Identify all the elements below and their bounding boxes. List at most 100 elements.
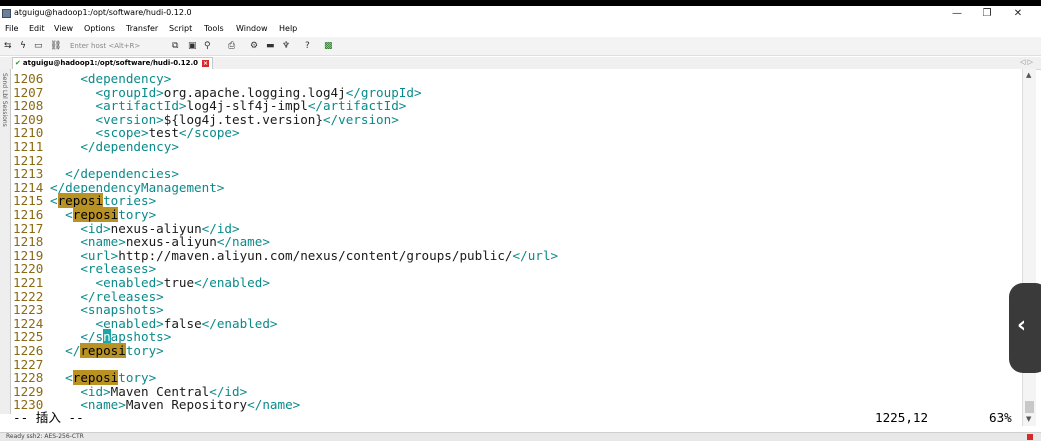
line-number: 1218 bbox=[13, 234, 44, 250]
line-number: 1221 bbox=[13, 275, 44, 290]
line-code: <repository> bbox=[50, 207, 156, 222]
scroll-down-icon[interactable]: ▼ bbox=[1026, 415, 1031, 423]
vim-editor[interactable]: 1206 <dependency> 1207 <groupId>org.apach… bbox=[11, 69, 1022, 414]
menu-window[interactable]: Window bbox=[236, 24, 268, 33]
line-number: 1211 bbox=[13, 139, 44, 154]
menu-edit[interactable]: Edit bbox=[29, 24, 45, 33]
menu-view[interactable]: View bbox=[54, 24, 73, 33]
line-code: <name>nexus-aliyun</name> bbox=[50, 235, 270, 249]
paste-icon[interactable]: ▣ bbox=[188, 40, 197, 52]
tab-label: atguigu@hadoop1:/opt/software/hudi-0.12.… bbox=[22, 59, 199, 67]
line-code: <enabled>false</enabled> bbox=[50, 315, 278, 331]
line-number: 1226 bbox=[13, 343, 44, 358]
code-token: true bbox=[163, 275, 195, 290]
close-button[interactable]: ✕ bbox=[1003, 7, 1033, 21]
settings-icon[interactable]: ⚙ bbox=[250, 40, 258, 52]
title-bar: atguigu@hadoop1:/opt/software/hudi-0.12.… bbox=[0, 6, 1041, 22]
restore-button[interactable]: ❐ bbox=[972, 7, 1002, 21]
code-token: </version> bbox=[322, 111, 399, 127]
vim-status-line: -- 插入 -- 1225,12 63% bbox=[11, 410, 1022, 425]
side-panel-label: Send Lbl Sessions bbox=[1, 73, 8, 127]
line-code: <groupId>org.apache.logging.log4j</group… bbox=[50, 85, 421, 100]
host-input[interactable]: Enter host <Alt+R> bbox=[70, 42, 140, 50]
tab-close-icon[interactable]: × bbox=[202, 59, 210, 67]
line-number: 1214 bbox=[13, 179, 44, 195]
scroll-percent: 63% bbox=[989, 410, 1012, 425]
chevron-left-icon: ‹ bbox=[1017, 313, 1027, 338]
help-icon[interactable]: ? bbox=[305, 40, 310, 52]
connected-check-icon: ✔ bbox=[15, 59, 21, 67]
find-icon[interactable]: ⚲ bbox=[204, 40, 211, 52]
code-token: tory> bbox=[125, 343, 164, 358]
line-code: <version>${log4j.test.version}</version> bbox=[50, 111, 399, 127]
line-code: <id>Maven Central</id> bbox=[50, 384, 247, 399]
menu-script[interactable]: Script bbox=[169, 24, 192, 33]
line-number: 1222 bbox=[13, 288, 44, 304]
line-code: </dependencyManagement> bbox=[50, 180, 224, 195]
code-token: </enabled> bbox=[194, 275, 270, 290]
code-token: http://maven.aliyun.com/nexus/content/gr… bbox=[118, 247, 513, 263]
code-token: </ bbox=[50, 343, 81, 358]
line-number: 1215 bbox=[13, 193, 44, 209]
copy-icon[interactable]: ⧉ bbox=[172, 40, 178, 52]
line-code: </repository> bbox=[50, 343, 164, 358]
line-number: 1213 bbox=[13, 166, 44, 182]
line-number: 1224 bbox=[13, 315, 44, 331]
line-code: <dependency> bbox=[50, 72, 171, 86]
menu-help[interactable]: Help bbox=[279, 24, 297, 33]
menu-options[interactable]: Options bbox=[84, 24, 115, 33]
line-number: 1216 bbox=[13, 207, 44, 222]
code-token: </enabled> bbox=[201, 315, 278, 331]
toolbar: ⇆ ϟ ▭ ⛓ Enter host <Alt+R> ⧉ ▣ ⚲ ⎙ ⚙ ▬ ♆… bbox=[0, 37, 1041, 56]
key-icon[interactable]: ♆ bbox=[282, 40, 290, 52]
menu-file[interactable]: File bbox=[5, 24, 18, 33]
monitor-icon[interactable]: ▩ bbox=[324, 40, 333, 52]
line-number: 1225 bbox=[13, 329, 44, 345]
menu-tools[interactable]: Tools bbox=[204, 24, 224, 33]
search-match: reposi bbox=[80, 343, 126, 358]
line-code: <snapshots> bbox=[50, 303, 163, 317]
line-number: 1217 bbox=[13, 220, 44, 236]
print-icon[interactable]: ⎙ bbox=[228, 40, 235, 52]
cursor-position: 1225,12 bbox=[875, 410, 929, 425]
scroll-thumb[interactable] bbox=[1025, 401, 1034, 413]
tab-scroll-arrows[interactable]: ◁ ▷ bbox=[1020, 57, 1033, 68]
line-number: 1219 bbox=[13, 247, 44, 263]
session-side-panel[interactable]: Send Lbl Sessions bbox=[0, 69, 11, 414]
line-code: <artifactId>log4j-slf4j-impl</artifactId… bbox=[50, 99, 406, 113]
line-code: <id>nexus-aliyun</id> bbox=[50, 221, 239, 236]
app-icon bbox=[2, 9, 11, 18]
menu-bar: File Edit View Options Transfer Script T… bbox=[0, 22, 1041, 37]
line-code: <scope>test</scope> bbox=[50, 125, 240, 141]
line-number: 1207 bbox=[13, 84, 44, 100]
line-number: 1229 bbox=[13, 383, 44, 399]
link-icon[interactable]: ⛓ bbox=[50, 40, 61, 52]
code-token: </dependency> bbox=[50, 139, 179, 154]
line-code: <releases> bbox=[50, 262, 156, 276]
line-number: 1220 bbox=[13, 261, 44, 277]
status-indicator-icon bbox=[1027, 434, 1033, 440]
status-bar-text: Ready ssh2: AES-256-CTR bbox=[6, 433, 84, 440]
line-number: 1223 bbox=[13, 302, 44, 318]
connect-icon[interactable]: ⇆ bbox=[4, 40, 12, 52]
minimize-button[interactable]: — bbox=[942, 7, 972, 21]
reconnect-icon[interactable]: ▭ bbox=[34, 40, 43, 52]
side-drawer-toggle[interactable]: ‹ bbox=[1009, 283, 1041, 373]
line-code: </dependency> bbox=[50, 140, 179, 154]
line-code: <repositories> bbox=[50, 193, 156, 209]
code-token: </scope> bbox=[178, 125, 240, 141]
menu-transfer[interactable]: Transfer bbox=[126, 24, 158, 33]
line-number: 1208 bbox=[13, 98, 44, 114]
scroll-up-icon[interactable]: ▲ bbox=[1026, 71, 1031, 79]
line-code: </snapshots> bbox=[50, 329, 171, 345]
line-code: <url>http://maven.aliyun.com/nexus/conte… bbox=[50, 247, 558, 263]
lightning-icon[interactable]: ϟ bbox=[20, 40, 26, 52]
window-title: atguigu@hadoop1:/opt/software/hudi-0.12.… bbox=[14, 8, 192, 17]
keymap-icon[interactable]: ▬ bbox=[266, 40, 275, 52]
line-code: <enabled>true</enabled> bbox=[50, 275, 270, 290]
line-number: 1212 bbox=[13, 152, 44, 168]
line-code: </releases> bbox=[50, 289, 163, 304]
insert-mode-indicator: -- 插入 -- bbox=[13, 410, 84, 425]
line-number: 1228 bbox=[13, 370, 44, 386]
line-number: 1227 bbox=[13, 356, 44, 372]
